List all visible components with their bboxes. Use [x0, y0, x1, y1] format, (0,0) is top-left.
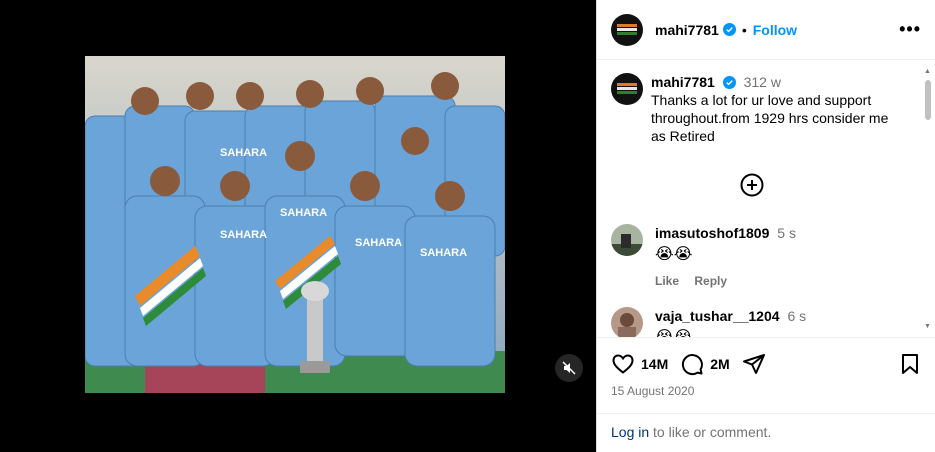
share-icon[interactable]	[742, 352, 766, 376]
caption: mahi7781 312 w Thanks a lot for ur love …	[597, 61, 935, 145]
load-more-comments-icon[interactable]	[740, 173, 764, 197]
comment-item: imasutoshof1809 5 s 😭😭 Like Reply	[611, 224, 796, 290]
comments-scrollbar[interactable]: ▲ ▼	[923, 68, 933, 330]
jersey-text: SAHARA	[280, 207, 327, 219]
post-side-panel: mahi7781 • Follow ••• mahi7781 312 w Tha…	[596, 0, 935, 452]
like-comment-button[interactable]: Like	[655, 274, 679, 288]
more-options-icon[interactable]: •••	[899, 19, 921, 40]
comment-time: 6 s	[787, 308, 807, 324]
comment-text: 😭😭	[655, 329, 806, 337]
action-bar: 14M 2M	[597, 338, 935, 378]
verified-badge-icon	[722, 76, 736, 89]
media-area: SAHARA SAHARA SAHARA SAHARA SAHARA	[0, 0, 596, 452]
post-header: mahi7781 • Follow •••	[597, 0, 935, 60]
verified-badge-icon	[722, 23, 736, 36]
comment-item: vaja_tushar__1204 6 s 😭😭	[611, 307, 806, 337]
comments-section: mahi7781 312 w Thanks a lot for ur love …	[597, 61, 935, 337]
like-count[interactable]: 14M	[641, 356, 668, 372]
author-username[interactable]: mahi7781	[655, 22, 719, 38]
avatar[interactable]	[611, 73, 643, 105]
jersey-text: SAHARA	[355, 237, 402, 249]
avatar[interactable]	[611, 307, 643, 337]
reply-comment-button[interactable]: Reply	[694, 274, 727, 288]
comment-icon[interactable]	[680, 352, 704, 376]
jersey-text: SAHARA	[220, 147, 267, 159]
caption-text: Thanks a lot for ur love and support thr…	[651, 92, 889, 144]
avatar[interactable]	[611, 13, 643, 46]
login-link[interactable]: Log in	[611, 424, 649, 440]
separator-dot: •	[741, 21, 747, 38]
caption-time: 312 w	[743, 74, 781, 90]
scroll-down-arrow-icon[interactable]: ▼	[924, 323, 931, 330]
post-date: 15 August 2020	[611, 384, 695, 398]
comment-time: 5 s	[777, 225, 796, 241]
bookmark-icon[interactable]	[899, 352, 921, 376]
comment-username[interactable]: vaja_tushar__1204	[655, 308, 780, 324]
post-photo[interactable]: SAHARA SAHARA SAHARA SAHARA SAHARA	[85, 56, 505, 393]
comment-count[interactable]: 2M	[710, 356, 729, 372]
scrollbar-thumb[interactable]	[925, 80, 931, 120]
instagram-post-view: SAHARA SAHARA SAHARA SAHARA SAHARA mahi7…	[0, 0, 935, 452]
avatar[interactable]	[611, 224, 643, 256]
scroll-up-arrow-icon[interactable]: ▲	[924, 68, 931, 75]
comment-text: 😭😭	[655, 246, 693, 263]
post-footer: 14M 2M 15 August 2020 Log in to like or …	[597, 337, 935, 452]
heart-icon[interactable]	[611, 352, 635, 376]
mute-button[interactable]	[555, 354, 583, 382]
caption-username[interactable]: mahi7781	[651, 74, 715, 90]
speaker-muted-icon	[562, 361, 576, 375]
jersey-text: SAHARA	[420, 247, 467, 259]
jersey-text: SAHARA	[220, 229, 267, 241]
login-prompt-text: to like or comment.	[649, 424, 772, 440]
follow-button[interactable]: Follow	[753, 22, 797, 38]
login-prompt: Log in to like or comment.	[597, 413, 935, 450]
comment-username[interactable]: imasutoshof1809	[655, 225, 769, 241]
